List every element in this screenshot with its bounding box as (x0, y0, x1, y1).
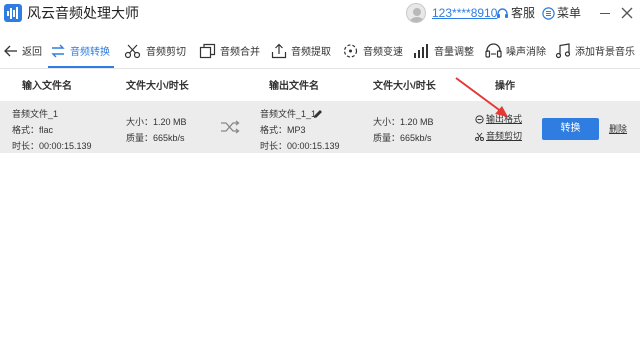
scissors-icon (124, 44, 141, 58)
pencil-icon[interactable] (313, 109, 323, 119)
header-operation: 操作 (495, 81, 515, 92)
shuffle-arrow-icon (221, 120, 240, 134)
header-input-name: 输入文件名 (22, 81, 72, 92)
header-size-duration: 文件大小/时长 (126, 81, 189, 92)
customer-service-label: 客服 (511, 6, 536, 20)
volume-bars-icon (414, 43, 428, 58)
output-file-quality: 质量：665kb/s (373, 133, 432, 143)
tab-label: 添加背景音乐 (575, 47, 635, 58)
tab-label: 音频提取 (291, 47, 331, 58)
tab-label: 音频变速 (363, 47, 403, 58)
output-file-size: 大小：1.20 MB (373, 117, 434, 127)
tab-label: 音频剪切 (146, 47, 186, 58)
header-output-size-duration: 文件大小/时长 (373, 81, 436, 92)
minimize-icon[interactable] (596, 4, 614, 22)
scissors-small-icon (475, 132, 484, 141)
tab-label: 音量调整 (434, 47, 474, 58)
app-logo-icon (4, 4, 22, 22)
tab-noise-removal[interactable]: 噪声消除 (485, 33, 546, 68)
menu-button[interactable]: 菜单 (542, 4, 581, 22)
back-label: 返回 (22, 47, 42, 58)
user-name-link[interactable]: 123****8910 (432, 5, 497, 21)
customer-service-button[interactable]: 客服 (496, 4, 535, 22)
table-header: 输入文件名 文件大小/时长 输出文件名 文件大小/时长 操作 (0, 77, 640, 97)
menu-label: 菜单 (557, 6, 582, 20)
output-format-link[interactable]: 输出格式 (486, 114, 522, 125)
output-file-duration: 时长：00:00:15.139 (260, 141, 340, 151)
tab-volume-adjust[interactable]: 音量调整 (413, 33, 474, 68)
user-avatar[interactable] (406, 3, 426, 23)
tab-label: 音频转换 (70, 47, 110, 58)
headset-icon (497, 8, 508, 18)
input-file-duration: 时长：00:00:15.139 (12, 141, 92, 151)
audio-cut-link[interactable]: 音频剪切 (486, 131, 522, 142)
tab-audio-merge[interactable]: 音频合并 (199, 33, 260, 68)
tab-add-bgm[interactable]: 添加背景音乐 (555, 33, 635, 68)
delete-link[interactable]: 删除 (609, 124, 627, 135)
active-tab-indicator (48, 66, 114, 68)
music-note-icon (555, 42, 571, 58)
tab-audio-extract[interactable]: 音频提取 (271, 33, 331, 68)
arrow-left-icon (4, 45, 17, 56)
tab-label: 音频合并 (220, 47, 260, 58)
tab-audio-cut[interactable]: 音频剪切 (124, 33, 186, 68)
back-button[interactable]: 返回 (4, 33, 42, 68)
merge-icon (199, 43, 216, 58)
title-bar: 风云音频处理大师 123****8910 客服 菜单 (0, 0, 640, 27)
header-output-name: 输出文件名 (269, 81, 319, 92)
input-file-name: 音频文件_1 (12, 109, 59, 119)
tab-label: 噪声消除 (506, 47, 546, 58)
toolbar: 返回 音频转换 音频剪切 音频合并 音频提取 音频变速 音量调整 噪声消除 添加… (0, 33, 640, 69)
convert-button[interactable]: 转换 (542, 118, 599, 140)
upload-icon (271, 43, 287, 58)
tab-audio-speed[interactable]: 音频变速 (342, 33, 403, 68)
close-icon[interactable] (618, 4, 636, 22)
table-row: 音频文件_1 格式：flac 时长：00:00:15.139 大小：1.20 M… (0, 101, 640, 153)
format-settings-icon (475, 115, 484, 124)
menu-icon (542, 7, 555, 20)
output-file-format: 格式：MP3 (260, 125, 306, 135)
output-file-name: 音频文件_1_1 (260, 109, 317, 119)
speed-icon (343, 43, 358, 58)
input-file-format: 格式：flac (12, 125, 54, 135)
audio-convert-icon (51, 44, 65, 57)
input-file-size: 大小：1.20 MB (126, 117, 187, 127)
noise-icon (485, 42, 502, 58)
tab-audio-convert[interactable]: 音频转换 (50, 33, 110, 68)
input-file-quality: 质量：665kb/s (126, 133, 185, 143)
app-title: 风云音频处理大师 (27, 5, 139, 21)
